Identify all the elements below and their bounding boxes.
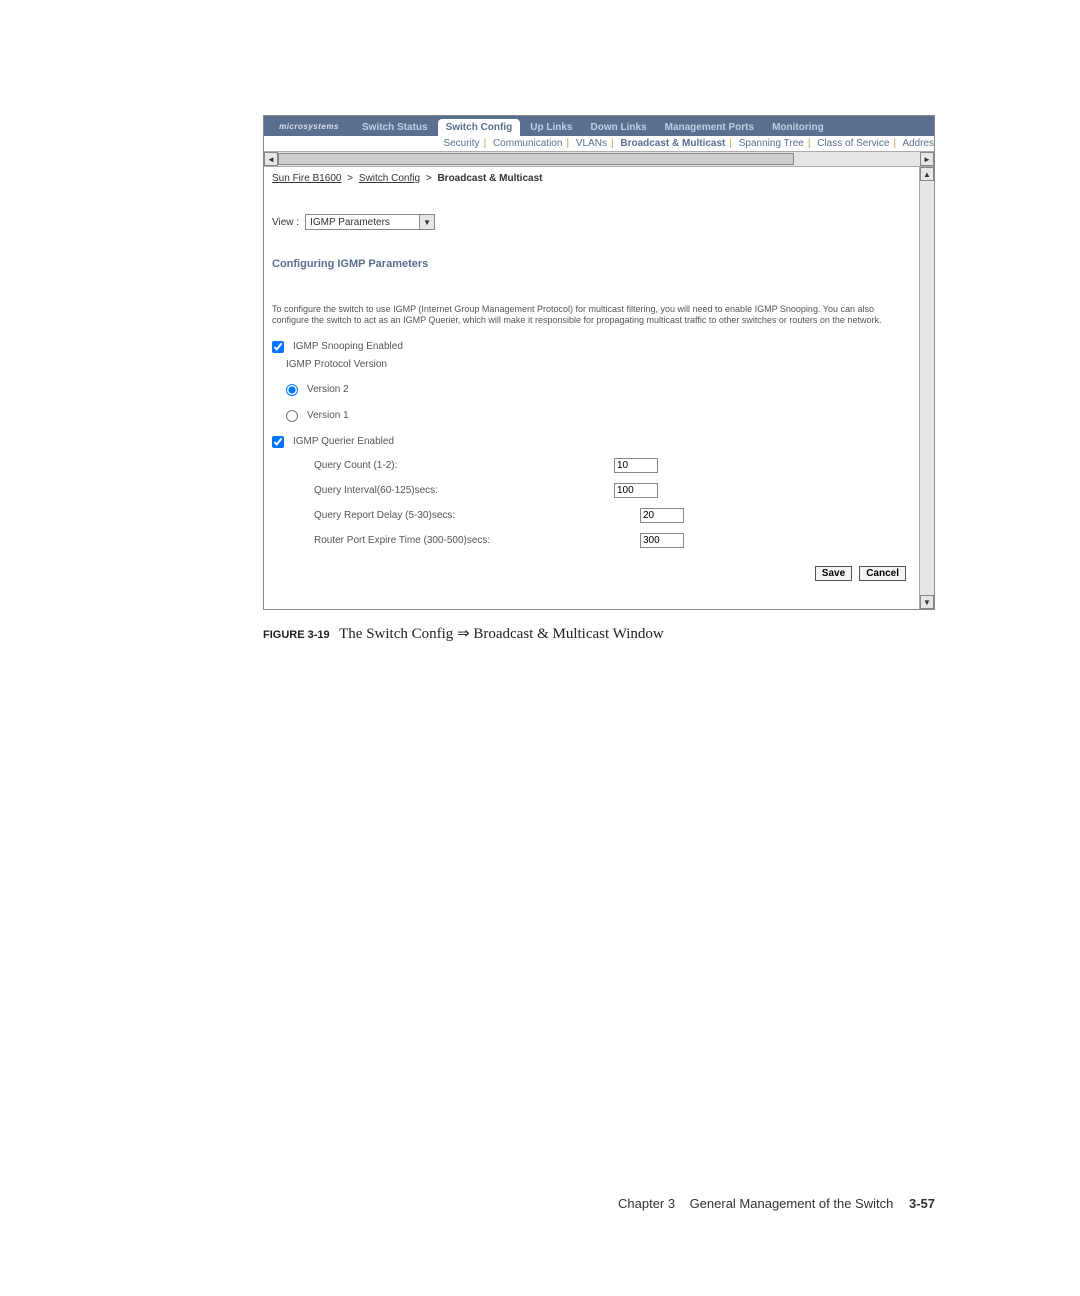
- section-heading: Configuring IGMP Parameters: [272, 258, 926, 270]
- save-button[interactable]: Save: [815, 566, 852, 581]
- protocol-version-label: IGMP Protocol Version: [286, 359, 387, 370]
- view-select[interactable]: IGMP Parameters ▼: [305, 214, 435, 230]
- subtab-sep: |: [607, 138, 618, 149]
- chevron-down-icon[interactable]: ▼: [419, 215, 434, 229]
- scroll-up-icon[interactable]: ▲: [920, 167, 934, 181]
- view-select-value: IGMP Parameters: [310, 217, 390, 228]
- tab-monitoring[interactable]: Monitoring: [764, 119, 832, 136]
- scroll-down-icon[interactable]: ▼: [920, 595, 934, 609]
- page-footer: Chapter 3 General Management of the Swit…: [263, 1196, 935, 1211]
- footer-page: 3-57: [909, 1196, 935, 1211]
- query-report-delay-label: Query Report Delay (5-30)secs:: [272, 510, 614, 521]
- hscroll-thumb[interactable]: [278, 153, 794, 165]
- subtab-sep: |: [804, 138, 815, 149]
- query-interval-label: Query Interval(60-125)secs:: [272, 485, 614, 496]
- snooping-checkbox[interactable]: [272, 341, 284, 353]
- subtab-class-of-service[interactable]: Class of Service: [817, 138, 889, 149]
- snooping-row: IGMP Snooping Enabled: [272, 341, 926, 353]
- router-port-expire-label: Router Port Expire Time (300-500)secs:: [272, 535, 614, 546]
- subtab-spanning-tree[interactable]: Spanning Tree: [739, 138, 804, 149]
- subtab-address[interactable]: Addres: [902, 138, 934, 149]
- query-report-delay-row: Query Report Delay (5-30)secs:: [272, 508, 926, 523]
- querier-label: IGMP Querier Enabled: [293, 436, 394, 447]
- subtab-sep: |: [889, 138, 900, 149]
- hscroll-track[interactable]: [278, 152, 920, 166]
- version1-row: Version 1: [272, 410, 926, 422]
- vscroll-track[interactable]: [920, 181, 934, 595]
- main-tabs-row: microsystems Switch Status Switch Config…: [264, 116, 934, 136]
- cancel-button[interactable]: Cancel: [859, 566, 906, 581]
- querier-checkbox[interactable]: [272, 436, 284, 448]
- logo: microsystems: [264, 116, 354, 136]
- version2-row: Version 2: [272, 384, 926, 396]
- router-port-expire-row: Router Port Expire Time (300-500)secs:: [272, 533, 926, 548]
- app-window: microsystems Switch Status Switch Config…: [263, 115, 935, 610]
- querier-row: IGMP Querier Enabled: [272, 436, 926, 448]
- subtab-sep: |: [480, 138, 491, 149]
- scroll-right-icon[interactable]: ►: [920, 152, 934, 166]
- tab-management-ports[interactable]: Management Ports: [657, 119, 762, 136]
- scroll-left-icon[interactable]: ◄: [264, 152, 278, 166]
- breadcrumb: Sun Fire B1600 > Switch Config > Broadca…: [272, 173, 926, 184]
- sub-tabs-row: Security| Communication| VLANs| Broadcas…: [264, 136, 934, 152]
- breadcrumb-sep: >: [344, 173, 356, 184]
- view-row: View : IGMP Parameters ▼: [272, 214, 926, 230]
- figure-label: FIGURE 3-19: [263, 629, 330, 641]
- subtab-sep: |: [562, 138, 573, 149]
- tab-down-links[interactable]: Down Links: [582, 119, 654, 136]
- query-count-input[interactable]: [614, 458, 658, 473]
- figure-caption: FIGURE 3-19 The Switch Config ⇒ Broadcas…: [263, 624, 935, 643]
- query-interval-input[interactable]: [614, 483, 658, 498]
- content-pane: ▲ ▼ Sun Fire B1600 > Switch Config > Bro…: [264, 167, 934, 609]
- query-count-row: Query Count (1-2):: [272, 458, 926, 473]
- query-report-delay-input[interactable]: [640, 508, 684, 523]
- subtab-sep: |: [725, 138, 736, 149]
- button-row: Save Cancel: [272, 566, 926, 581]
- version2-radio[interactable]: [286, 384, 298, 396]
- query-interval-row: Query Interval(60-125)secs:: [272, 483, 926, 498]
- tab-up-links[interactable]: Up Links: [522, 119, 580, 136]
- description-text: To configure the switch to use IGMP (Int…: [272, 304, 926, 327]
- router-port-expire-input[interactable]: [640, 533, 684, 548]
- footer-title: General Management of the Switch: [690, 1196, 894, 1211]
- subtab-communication[interactable]: Communication: [493, 138, 562, 149]
- subtab-security[interactable]: Security: [443, 138, 479, 149]
- breadcrumb-sep: >: [423, 173, 435, 184]
- tab-switch-config[interactable]: Switch Config: [438, 119, 521, 136]
- query-count-label: Query Count (1-2):: [272, 460, 614, 471]
- breadcrumb-root[interactable]: Sun Fire B1600: [272, 173, 342, 184]
- breadcrumb-mid[interactable]: Switch Config: [359, 173, 420, 184]
- vertical-scrollbar[interactable]: ▲ ▼: [919, 167, 934, 609]
- tab-switch-status[interactable]: Switch Status: [354, 119, 436, 136]
- subtab-vlans[interactable]: VLANs: [576, 138, 607, 149]
- snooping-label: IGMP Snooping Enabled: [293, 341, 403, 352]
- version2-label: Version 2: [307, 384, 349, 395]
- version1-radio[interactable]: [286, 410, 298, 422]
- figure-text: The Switch Config ⇒ Broadcast & Multicas…: [339, 626, 664, 642]
- horizontal-scrollbar[interactable]: ◄ ►: [264, 152, 934, 167]
- version1-label: Version 1: [307, 410, 349, 421]
- protocol-version-row: IGMP Protocol Version: [272, 359, 926, 370]
- view-label: View :: [272, 217, 299, 228]
- footer-chapter: Chapter 3: [618, 1196, 675, 1211]
- subtab-broadcast-multicast[interactable]: Broadcast & Multicast: [620, 138, 725, 149]
- breadcrumb-current: Broadcast & Multicast: [437, 173, 542, 184]
